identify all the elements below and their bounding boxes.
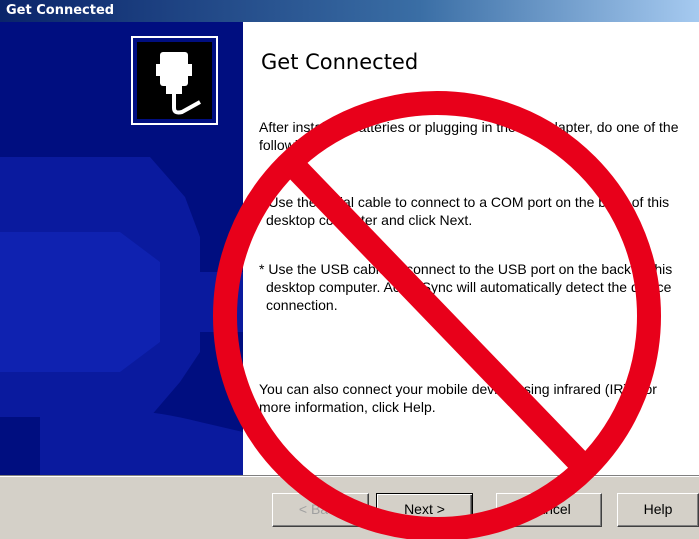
serial-instruction: * Use the serial cable to connect to a C… xyxy=(259,194,670,228)
footer-divider xyxy=(0,475,699,477)
content-panel: Get Connected After installing batteries… xyxy=(243,22,699,475)
help-button[interactable]: Help xyxy=(617,493,699,527)
infrared-text: You can also connect your mobile device … xyxy=(259,381,657,415)
connector-illustration xyxy=(0,22,243,475)
cancel-button[interactable]: Cancel xyxy=(496,493,602,527)
title-bar: Get Connected xyxy=(0,0,699,22)
intro-text: After installing batteries or plugging i… xyxy=(259,119,679,153)
page-heading: Get Connected xyxy=(261,50,419,74)
serial-connector-icon xyxy=(131,36,218,125)
usb-instruction: * Use the USB cable to connect to the US… xyxy=(259,261,673,313)
window-title: Get Connected xyxy=(6,3,115,18)
get-connected-dialog: Get Connected Get Connected After instal… xyxy=(0,0,699,539)
side-panel xyxy=(0,22,243,475)
next-button[interactable]: Next > xyxy=(376,493,473,527)
back-button[interactable]: < Back xyxy=(272,493,369,527)
